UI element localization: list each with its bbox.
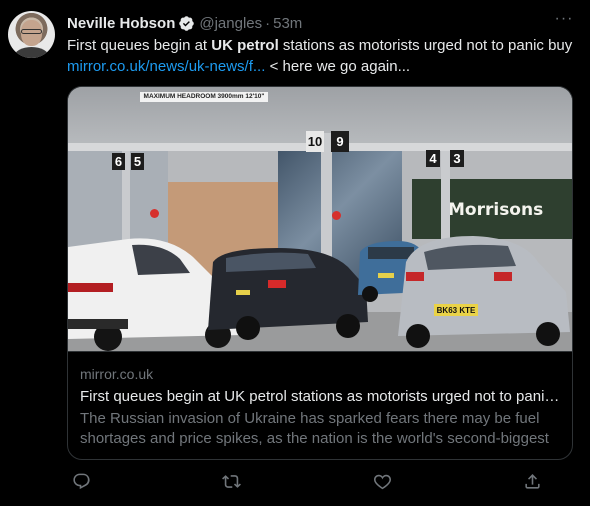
- tweet-text: First queues begin at UK petrol stations…: [67, 35, 582, 77]
- avatar[interactable]: [8, 11, 55, 58]
- more-options-icon[interactable]: ···: [552, 11, 576, 32]
- share-icon: [523, 472, 542, 496]
- tweet-text-middle: stations as motorists urged not to panic…: [278, 37, 573, 54]
- verified-badge-icon: [178, 15, 195, 32]
- store-sign: Morrisons: [448, 200, 544, 220]
- tweet-header: Neville Hobson @jangles · 53m: [67, 13, 302, 33]
- article-link[interactable]: mirror.co.uk/news/uk-news/f...: [67, 58, 265, 75]
- header-separator: ·: [265, 14, 271, 32]
- reply-button[interactable]: [67, 470, 95, 498]
- tweet-text-bold: UK petrol: [211, 37, 279, 54]
- pump-number-5: 5: [131, 153, 144, 170]
- retweet-icon: [222, 472, 242, 496]
- card-description: The Russian invasion of Ukraine has spar…: [80, 410, 549, 447]
- number-plate: BK63 KTE: [437, 306, 476, 315]
- like-button[interactable]: [368, 470, 396, 498]
- reply-icon: [72, 472, 91, 496]
- author-name[interactable]: Neville Hobson: [67, 15, 175, 32]
- pump-number-6: 6: [112, 153, 125, 170]
- tweet-text-tail: < here we go again...: [265, 58, 411, 75]
- card-image[interactable]: MAXIMUM HEADROOM 3900mm 12'10" Morrisons…: [68, 87, 572, 351]
- tweet-actions: [67, 470, 547, 498]
- card-meta[interactable]: mirror.co.uk First queues begin at UK pe…: [68, 351, 572, 459]
- card-title: First queues begin at UK petrol stations…: [80, 388, 560, 405]
- tweet[interactable]: Neville Hobson @jangles · 53m ··· First …: [0, 0, 590, 506]
- retweet-button[interactable]: [218, 470, 246, 498]
- pump-number-9: 9: [331, 131, 349, 152]
- card-domain: mirror.co.uk: [80, 366, 154, 382]
- heart-icon: [373, 472, 392, 496]
- timestamp[interactable]: 53m: [273, 15, 302, 32]
- pump-number-3: 3: [450, 150, 464, 167]
- link-card[interactable]: MAXIMUM HEADROOM 3900mm 12'10" Morrisons…: [67, 86, 573, 460]
- tweet-text-start: First queues begin at: [67, 37, 212, 54]
- share-button[interactable]: [519, 470, 547, 498]
- headroom-sign: MAXIMUM HEADROOM 3900mm 12'10": [140, 92, 268, 102]
- author-handle[interactable]: @jangles: [199, 15, 262, 32]
- pump-number-4: 4: [426, 150, 440, 167]
- pump-number-10: 10: [306, 131, 324, 152]
